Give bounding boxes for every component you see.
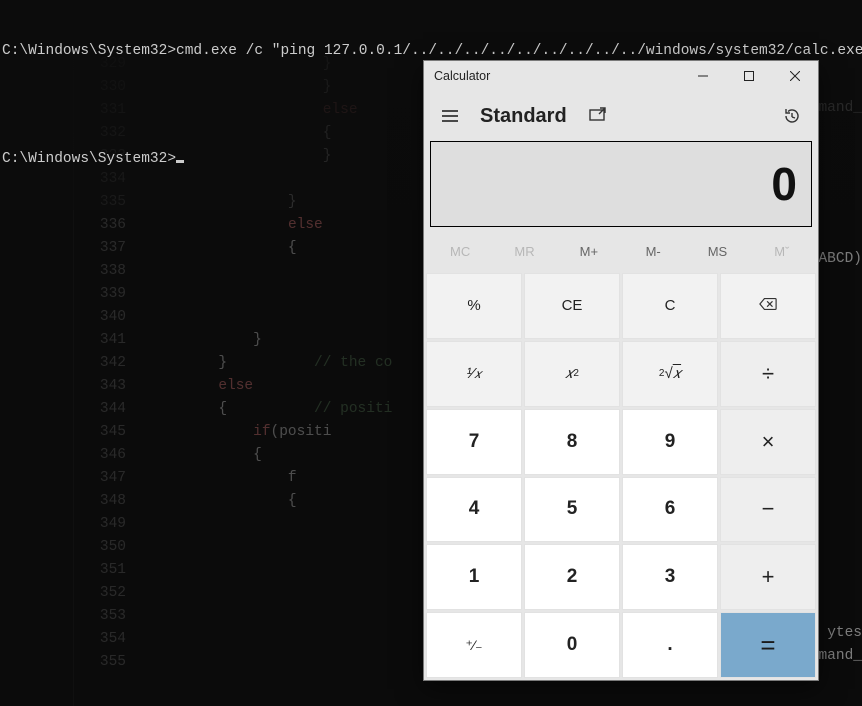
- subtract-key[interactable]: −: [720, 477, 816, 543]
- titlebar[interactable]: Calculator: [424, 61, 818, 91]
- editor-right-peek: ytes: [827, 625, 862, 641]
- editor-right-peek: ABCD): [818, 251, 862, 267]
- keypad: % CE C ¹⁄𝑥 𝑥2 2√𝑥 ÷ 7 8 9 × 4 5 6 − 1 2 …: [424, 271, 818, 680]
- window-title: Calculator: [424, 69, 680, 83]
- terminal-prompt: C:\Windows\System32>: [2, 151, 176, 167]
- screen: 3293303313323333343353363373383393403413…: [0, 0, 862, 706]
- editor-right-peek: mand_: [818, 648, 862, 664]
- digit-5[interactable]: 5: [524, 477, 620, 543]
- square-key[interactable]: 𝑥2: [524, 341, 620, 407]
- memory-subtract[interactable]: M-: [621, 231, 685, 271]
- clear-entry-key[interactable]: CE: [524, 273, 620, 339]
- reciprocal-key[interactable]: ¹⁄𝑥: [426, 341, 522, 407]
- add-key[interactable]: +: [720, 544, 816, 610]
- terminal-cursor: [176, 160, 184, 163]
- mode-label: Standard: [474, 105, 573, 128]
- memory-store[interactable]: MS: [685, 231, 749, 271]
- hamburger-icon[interactable]: [430, 96, 470, 136]
- divide-key[interactable]: ÷: [720, 341, 816, 407]
- negate-key[interactable]: ⁺⁄₋: [426, 612, 522, 678]
- memory-add[interactable]: M+: [557, 231, 621, 271]
- digit-0[interactable]: 0: [524, 612, 620, 678]
- digit-6[interactable]: 6: [622, 477, 718, 543]
- backspace-key[interactable]: [720, 273, 816, 339]
- digit-7[interactable]: 7: [426, 409, 522, 475]
- digit-1[interactable]: 1: [426, 544, 522, 610]
- digit-9[interactable]: 9: [622, 409, 718, 475]
- calc-display: 0: [430, 141, 812, 227]
- backspace-icon: [759, 297, 777, 315]
- memory-recall[interactable]: MR: [492, 231, 556, 271]
- keep-on-top-icon[interactable]: [577, 96, 617, 136]
- terminal-prompt: C:\Windows\System32>: [2, 43, 176, 59]
- maximize-button[interactable]: [726, 61, 772, 91]
- digit-8[interactable]: 8: [524, 409, 620, 475]
- decimal-key[interactable]: .: [622, 612, 718, 678]
- sqrt-key[interactable]: 2√𝑥: [622, 341, 718, 407]
- history-icon[interactable]: [772, 96, 812, 136]
- digit-4[interactable]: 4: [426, 477, 522, 543]
- clear-key[interactable]: C: [622, 273, 718, 339]
- memory-clear[interactable]: MC: [428, 231, 492, 271]
- digit-3[interactable]: 3: [622, 544, 718, 610]
- memory-list[interactable]: Mˇ: [750, 231, 814, 271]
- terminal-line: C:\Windows\System32>cmd.exe /c "ping 127…: [2, 42, 860, 60]
- calculator-window: Calculator Standard 0: [423, 60, 819, 681]
- multiply-key[interactable]: ×: [720, 409, 816, 475]
- memory-row: MC MR M+ M- MS Mˇ: [424, 231, 818, 271]
- minimize-button[interactable]: [680, 61, 726, 91]
- terminal-command: cmd.exe /c "ping 127.0.0.1/../../../../.…: [176, 43, 862, 59]
- mode-bar: Standard: [424, 91, 818, 141]
- percent-key[interactable]: %: [426, 273, 522, 339]
- close-button[interactable]: [772, 61, 818, 91]
- equals-key[interactable]: =: [720, 612, 816, 678]
- digit-2[interactable]: 2: [524, 544, 620, 610]
- calc-display-value: 0: [771, 157, 797, 211]
